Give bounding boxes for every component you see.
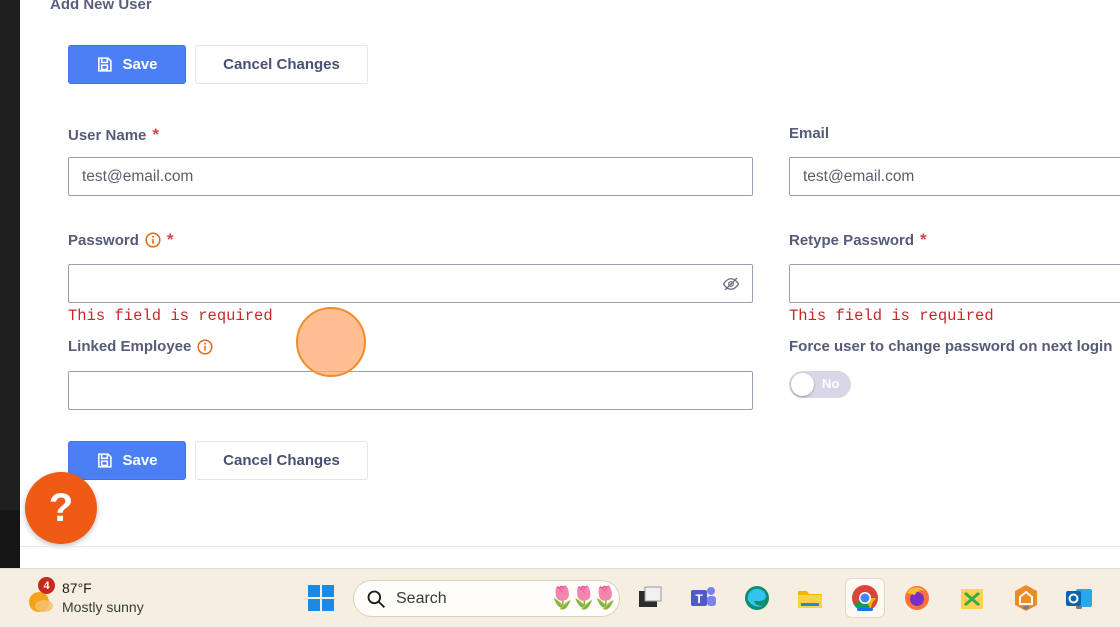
windows-taskbar: 4 87°F Mostly sunny Search 🌷🌷🌷 T bbox=[0, 568, 1120, 627]
retype-password-label: Retype Password * bbox=[789, 230, 927, 249]
cancel-button-label: Cancel Changes bbox=[223, 56, 340, 73]
vpn-icon[interactable] bbox=[1009, 581, 1043, 615]
floppy-disk-icon bbox=[96, 56, 113, 73]
notification-badge: 4 bbox=[38, 577, 55, 594]
toggle-knob bbox=[791, 373, 814, 396]
search-placeholder: Search bbox=[396, 589, 447, 607]
retype-password-error: This field is required bbox=[789, 307, 994, 325]
email-label: Email bbox=[789, 125, 830, 142]
linked-employee-label: Linked Employee bbox=[68, 338, 213, 355]
weather-condition: Mostly sunny bbox=[62, 599, 144, 615]
tulips-icon: 🌷🌷🌷 bbox=[548, 585, 619, 610]
outlook-icon[interactable] bbox=[1062, 581, 1096, 615]
email-value: test@email.com bbox=[803, 167, 915, 185]
task-view-icon[interactable] bbox=[633, 581, 667, 615]
start-icon[interactable] bbox=[304, 581, 338, 615]
password-input[interactable] bbox=[68, 264, 753, 303]
floppy-disk-icon bbox=[96, 452, 113, 469]
password-label: Password * bbox=[68, 230, 174, 249]
save-button-label: Save bbox=[122, 56, 158, 73]
required-mark: * bbox=[166, 230, 174, 249]
password-error: This field is required bbox=[68, 307, 273, 325]
cancel-changes-button-bottom[interactable]: Cancel Changes bbox=[195, 441, 368, 480]
save-button-bottom[interactable]: Save bbox=[68, 441, 186, 480]
page-title: Add New User bbox=[50, 0, 152, 13]
email-input[interactable]: test@email.com bbox=[789, 157, 1120, 196]
info-icon[interactable] bbox=[197, 338, 213, 355]
toggle-state-label: No bbox=[822, 376, 840, 391]
linked-employee-input[interactable] bbox=[68, 371, 753, 410]
running-indicator bbox=[1076, 606, 1082, 609]
add-user-page: Add New User Save Cancel Changes User Na… bbox=[20, 0, 1120, 568]
cancel-button-label: Cancel Changes bbox=[223, 452, 340, 469]
running-indicator bbox=[1023, 606, 1029, 609]
firefox-icon[interactable] bbox=[900, 581, 934, 615]
svg-text:T: T bbox=[695, 592, 703, 606]
taskbar-search[interactable]: Search 🌷🌷🌷 bbox=[353, 580, 620, 617]
required-mark: * bbox=[920, 230, 927, 249]
help-button[interactable]: ? bbox=[25, 472, 97, 544]
weather-temperature: 87°F bbox=[62, 580, 92, 596]
teams-icon[interactable]: T bbox=[686, 581, 720, 615]
active-indicator bbox=[857, 608, 873, 611]
click-indicator bbox=[296, 307, 366, 377]
info-icon[interactable] bbox=[145, 232, 161, 248]
file-explorer-icon[interactable] bbox=[793, 581, 827, 615]
snipping-tool-icon[interactable] bbox=[955, 581, 989, 615]
user-name-input[interactable]: test@email.com bbox=[68, 157, 753, 196]
question-mark-icon: ? bbox=[48, 485, 74, 530]
chrome-icon[interactable] bbox=[845, 578, 885, 618]
search-icon bbox=[366, 589, 386, 609]
eye-slash-icon[interactable] bbox=[722, 275, 740, 293]
left-sidebar-edge bbox=[0, 0, 20, 568]
edge-icon[interactable] bbox=[740, 581, 774, 615]
divider bbox=[20, 546, 1120, 547]
cancel-changes-button-top[interactable]: Cancel Changes bbox=[195, 45, 368, 84]
retype-password-input[interactable] bbox=[789, 264, 1120, 303]
force-change-password-toggle[interactable]: No bbox=[789, 371, 851, 398]
save-button-top[interactable]: Save bbox=[68, 45, 186, 84]
user-name-label: User Name * bbox=[68, 125, 160, 144]
required-mark: * bbox=[152, 125, 160, 144]
user-name-value: test@email.com bbox=[82, 167, 194, 185]
force-change-password-label: Force user to change password on next lo… bbox=[789, 338, 1113, 355]
weather-widget[interactable]: 4 87°F Mostly sunny bbox=[24, 577, 174, 621]
save-button-label: Save bbox=[122, 452, 158, 469]
